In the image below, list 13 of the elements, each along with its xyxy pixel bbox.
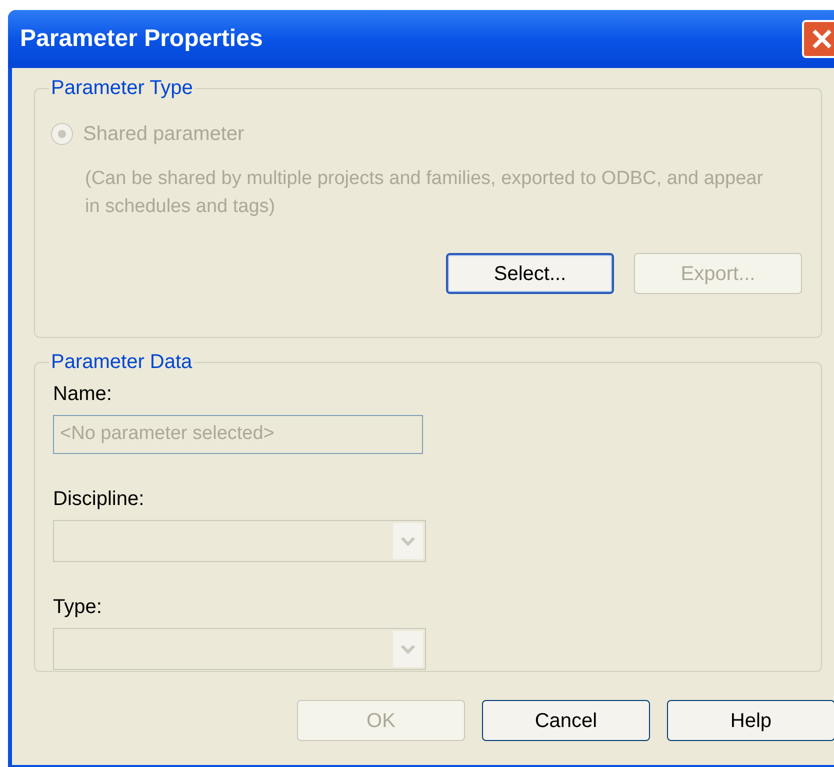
field-label: Type:: [53, 595, 103, 620]
window-title: Parameter Properties: [20, 24, 263, 54]
dialog-button[interactable]: Cancel: [482, 700, 650, 741]
close-icon: [811, 28, 833, 50]
radio-label: Shared parameter: [83, 122, 244, 147]
field-label: Name:: [53, 382, 113, 407]
chevron-down-icon: [393, 631, 423, 667]
dialog-button[interactable]: Select...: [446, 253, 614, 294]
dialog-button[interactable]: Help: [667, 700, 834, 741]
field-label: Discipline:: [53, 487, 146, 512]
chevron-down-icon: [393, 523, 423, 559]
description-text: (Can be shared by multiple projects and families, exported to ODBC, and appear in schedules and tags): [85, 167, 764, 219]
close-button[interactable]: [802, 20, 834, 58]
